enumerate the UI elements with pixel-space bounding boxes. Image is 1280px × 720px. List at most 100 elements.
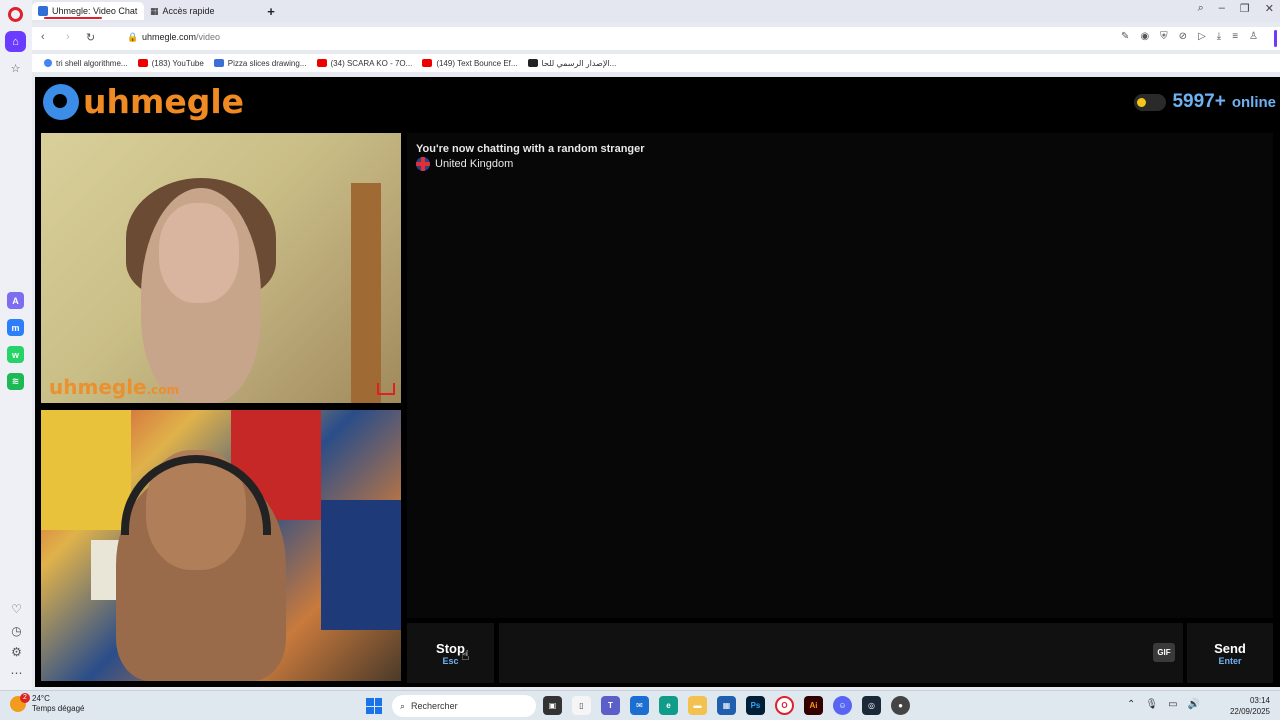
reload-icon[interactable]: ↻	[86, 31, 95, 44]
microphone-icon[interactable]: 🎙	[1145, 699, 1158, 710]
bookmark-item[interactable]: (149) Text Bounce Ef...	[422, 59, 518, 68]
tab-uhmegle[interactable]: Uhmegle: Video Chat	[32, 2, 144, 20]
uhmegle-favicon-icon	[38, 6, 48, 16]
weather-text: 24°C Temps dégagé	[32, 694, 84, 714]
send-button[interactable]: Send Enter	[1187, 623, 1273, 683]
message-input[interactable]	[499, 623, 1183, 683]
app-icon[interactable]: ●	[891, 696, 910, 715]
aria-icon[interactable]: A	[7, 292, 24, 309]
sidebar-toggle[interactable]	[1274, 30, 1277, 47]
steam-icon[interactable]: ◎	[862, 696, 881, 715]
chevron-up-icon[interactable]: ⌃	[1127, 699, 1135, 710]
photoshop-icon[interactable]: Ps	[746, 696, 765, 715]
search-icon: ⌕	[400, 700, 406, 711]
menu-icon[interactable]: ≡	[1232, 31, 1238, 42]
windows-taskbar: 2 24°C Temps dégagé ⌕ Rechercher ▣ ▯ T ✉…	[0, 690, 1280, 720]
profile-icon[interactable]: ♙	[1249, 31, 1258, 42]
bookmark-item[interactable]: الإصدار الرسمي للحا...	[527, 58, 617, 68]
bookmark-item[interactable]: Pizza slices drawing...	[213, 58, 307, 68]
history-icon[interactable]: ◷	[6, 620, 27, 641]
site-logo[interactable]: uhmegle	[43, 82, 244, 121]
uk-flag-icon	[416, 157, 430, 171]
minimize-icon[interactable]: –	[1219, 2, 1225, 15]
video-poster	[321, 500, 401, 630]
lock-icon[interactable]: 🔒	[127, 32, 138, 43]
display-icon[interactable]: ▭	[1168, 699, 1177, 710]
bookmark-label: Pizza slices drawing...	[227, 58, 307, 68]
edge-icon[interactable]: e	[659, 696, 678, 715]
clock[interactable]: 03:14 22/09/2025	[1230, 695, 1270, 717]
vpn-icon[interactable]: ⊘	[1179, 31, 1187, 42]
edit-icon[interactable]: ✎	[1121, 31, 1129, 42]
spotify-icon[interactable]: ≋	[7, 373, 24, 390]
tab-bar: Uhmegle: Video Chat ▦ Accès rapide + ⌕ –…	[32, 0, 1280, 22]
bookmark-item[interactable]: tri shell algorithme...	[44, 59, 128, 68]
opera-icon[interactable]: O	[775, 696, 794, 715]
close-icon[interactable]: ✕	[1265, 2, 1274, 15]
taskbar-apps: ▣ ▯ T ✉ e ▬ ▦ Ps O Ai ☺ ◎ ●	[543, 696, 910, 715]
task-view-icon[interactable]: ▣	[543, 696, 562, 715]
video-background-shelf	[351, 183, 381, 403]
address-bar-actions: ✎ ◉ ⛨ ⊘ ▷ ⤓ ≡ ♙	[1121, 31, 1258, 42]
clock-date: 22/09/2025	[1229, 707, 1270, 716]
gif-button[interactable]: GIF	[1153, 643, 1175, 662]
search-placeholder: Rechercher	[411, 701, 458, 711]
play-icon[interactable]: ▷	[1198, 31, 1206, 42]
online-indicator: 5997+ online	[1134, 91, 1276, 113]
forward-icon[interactable]: ›	[66, 31, 70, 43]
clock-time: 03:14	[1249, 696, 1270, 705]
stop-button[interactable]: Stop Esc	[407, 623, 494, 683]
tab-speed-dial[interactable]: ▦ Accès rapide	[144, 2, 264, 20]
page-icon	[213, 59, 224, 67]
mail-icon[interactable]: ✉	[630, 696, 649, 715]
triangle-icon	[527, 59, 538, 67]
youtube-icon	[137, 59, 148, 67]
weather-widget[interactable]: 2 24°C Temps dégagé	[10, 693, 84, 714]
back-icon[interactable]: ‹	[41, 31, 45, 43]
bookmark-label: الإصدار الرسمي للحا...	[541, 58, 617, 68]
youtube-icon	[316, 59, 327, 67]
watermark-tld: .com	[146, 383, 180, 397]
send-shortcut: Enter	[1218, 655, 1242, 666]
address-bar: ‹ › ↻ 🔒 uhmegle.com/video ✎ ◉ ⛨ ⊘ ▷ ⤓ ≡ …	[32, 27, 1280, 50]
bookmark-label: (183) YouTube	[151, 58, 204, 68]
mouse-pointer-icon: ☝	[461, 647, 470, 663]
bookmarks-bar: tri shell algorithme... (183) YouTube Pi…	[32, 54, 1280, 72]
settings-gear-icon[interactable]: ⚙	[6, 641, 27, 662]
store-icon[interactable]: ▦	[717, 696, 736, 715]
video-person-face	[159, 203, 239, 303]
stranger-country: United Kingdom	[416, 157, 513, 171]
opera-logo-icon[interactable]	[8, 7, 23, 22]
messenger-icon[interactable]: m	[7, 319, 24, 336]
volume-icon[interactable]: 🔊	[1188, 699, 1200, 710]
report-flag-icon[interactable]	[377, 383, 395, 395]
search-tabs-icon[interactable]: ⌕	[1198, 2, 1204, 15]
url-path: /video	[196, 32, 221, 42]
youtube-icon	[422, 59, 433, 67]
bookmark-item[interactable]: (183) YouTube	[137, 58, 204, 68]
url-field[interactable]: uhmegle.com/video	[142, 32, 220, 42]
bookmark-item[interactable]: (34) SCARA KO - 7O...	[316, 59, 412, 68]
uhmegle-page: uhmegle 5997+ online uhmegle.com You're …	[35, 77, 1280, 687]
new-tab-plus-icon[interactable]: +	[264, 2, 278, 20]
whatsapp-icon[interactable]: w	[7, 346, 24, 363]
more-icon[interactable]: ⋯	[6, 662, 27, 683]
shield-icon[interactable]: ⛨	[1160, 31, 1168, 42]
theme-toggle[interactable]	[1134, 93, 1167, 111]
chat-status-message: You're now chatting with a random strang…	[416, 143, 645, 155]
teams-icon[interactable]: T	[601, 696, 620, 715]
file-explorer-icon[interactable]: ▬	[688, 696, 707, 715]
illustrator-icon[interactable]: Ai	[804, 696, 823, 715]
temperature: 24°C	[32, 694, 50, 703]
heart-icon[interactable]: ♡	[6, 598, 27, 619]
self-video	[41, 410, 401, 681]
windows-start-icon[interactable]	[366, 698, 382, 714]
download-icon[interactable]: ⤓	[1217, 31, 1221, 42]
restore-icon[interactable]: ❐	[1240, 2, 1250, 15]
notepad-icon[interactable]: ▯	[572, 696, 591, 715]
speed-dial-star-icon[interactable]: ☆	[5, 58, 26, 79]
home-icon[interactable]: ⌂	[5, 31, 26, 52]
discord-icon[interactable]: ☺	[833, 696, 852, 715]
camera-icon[interactable]: ◉	[1140, 31, 1149, 42]
taskbar-search[interactable]: ⌕ Rechercher	[392, 695, 536, 717]
